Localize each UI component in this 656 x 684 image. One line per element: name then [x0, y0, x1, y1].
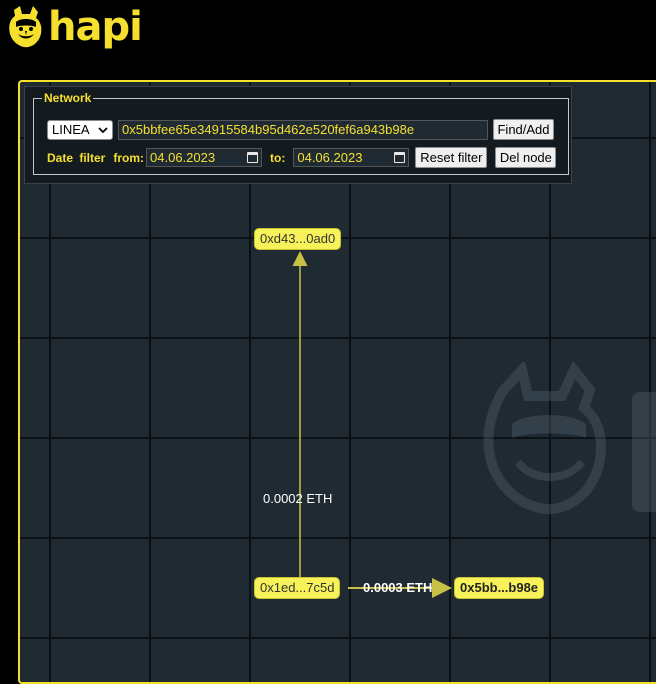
graph-node-source[interactable]: 0x1ed...7c5d [254, 577, 341, 599]
from-label: from: [113, 150, 145, 165]
network-legend: Network [44, 91, 92, 105]
from-date-value: 04.06.2023 [150, 150, 216, 165]
to-date-input[interactable]: 04.06.2023 [293, 148, 410, 167]
date-filter-label: Date filter [47, 150, 106, 165]
network-select[interactable]: LINEA [47, 119, 113, 140]
del-node-button[interactable]: Del node [495, 147, 557, 168]
chevron-down-icon [98, 126, 108, 133]
hapi-logo[interactable]: hapi [6, 4, 143, 50]
edge-label-top: 0.0002 ETH [263, 491, 333, 506]
find-add-button[interactable]: Find/Add [493, 119, 554, 140]
search-row: LINEA 0x5bbfee65e34915584b95d462e520fef6… [47, 119, 554, 140]
reset-filter-button[interactable]: Reset filter [415, 147, 488, 168]
graph-canvas[interactable]: 0xd43...0ad0 0x1ed...7c5d 0x5bb...b98e 0… [18, 80, 656, 684]
calendar-icon[interactable] [394, 152, 406, 163]
to-date-value: 04.06.2023 [297, 150, 363, 165]
top-bar: hapi [0, 0, 656, 62]
network-select-value: LINEA [52, 122, 90, 137]
control-panel: Network LINEA 0x5bbfee65e34915584b95d462… [24, 86, 572, 184]
hapi-mascot-icon [9, 6, 42, 48]
brand-name: hapi [48, 4, 143, 50]
date-filter-row: Date filter from: 04.06.2023 to: 04.06.2… [47, 147, 557, 168]
address-input[interactable]: 0x5bbfee65e34915584b95d462e520fef6a943b9… [118, 119, 488, 140]
from-date-input[interactable]: 04.06.2023 [146, 148, 263, 167]
calendar-icon[interactable] [247, 152, 259, 163]
edge-label-main: 0.0003 ETH [363, 580, 433, 595]
graph-node-main[interactable]: 0x5bb...b98e [454, 577, 545, 599]
graph-node-top[interactable]: 0xd43...0ad0 [254, 228, 342, 250]
to-label: to: [270, 150, 286, 165]
network-fieldset: Network LINEA 0x5bbfee65e34915584b95d462… [33, 91, 569, 175]
